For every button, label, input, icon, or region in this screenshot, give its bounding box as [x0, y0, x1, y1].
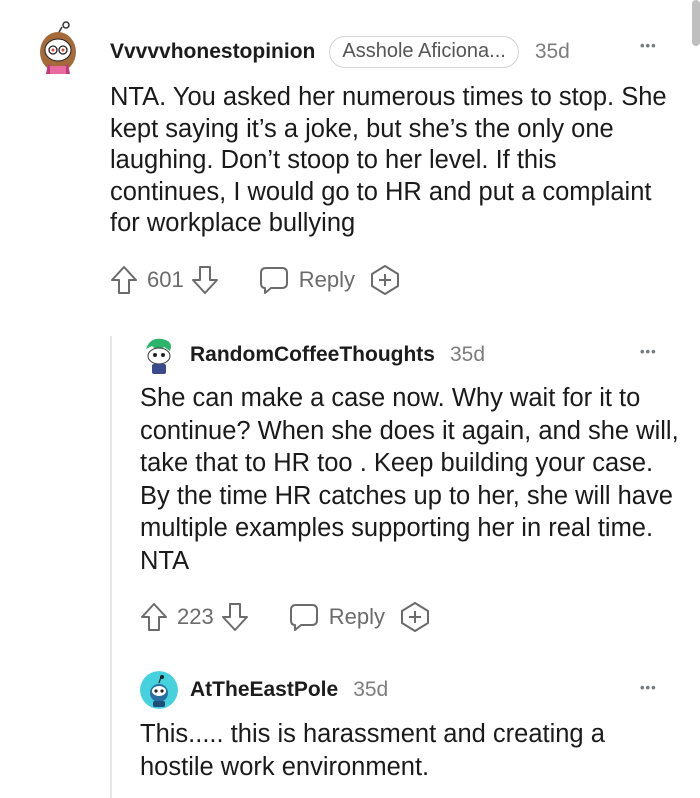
reply-label: Reply	[298, 267, 355, 292]
scrollbar[interactable]	[692, 0, 700, 46]
snoo-avatar-icon	[40, 21, 76, 74]
comment-age: 35d	[353, 678, 389, 701]
more-options-button[interactable]: •••	[640, 344, 657, 359]
comment-body: She can make a case now. Why wait for it…	[140, 384, 679, 575]
more-options-button[interactable]: •••	[640, 38, 657, 53]
comment-actions: 601 Reply	[109, 262, 401, 298]
speech-bubble-icon	[259, 267, 288, 294]
more-options-button[interactable]: •••	[640, 680, 657, 695]
downvote-arrow-icon[interactable]	[220, 601, 250, 633]
comment-actions: 223 Reply	[139, 599, 431, 635]
comment-age: 35d	[534, 40, 570, 63]
snoo-avatar-icon	[140, 335, 178, 375]
speech-bubble-icon	[289, 604, 318, 631]
add-award-icon[interactable]	[369, 264, 401, 296]
comment-body: This..... this is harassment and creatin…	[140, 720, 605, 781]
upvote-arrow-icon[interactable]	[139, 601, 169, 633]
comment-header: AtTheEastPole 35d	[190, 675, 388, 705]
add-award-icon[interactable]	[399, 601, 431, 633]
comment-age: 35d	[449, 343, 486, 366]
user-avatar[interactable]	[140, 335, 178, 375]
ellipsis-icon: •••	[640, 680, 657, 695]
upvote-arrow-icon[interactable]	[109, 264, 139, 296]
vote-score: 223	[177, 604, 214, 629]
user-avatar[interactable]	[36, 20, 84, 78]
user-avatar[interactable]	[140, 671, 178, 709]
username[interactable]: Vvvvvhonestopinion	[110, 40, 315, 64]
thread-line[interactable]	[110, 336, 112, 798]
reply-button[interactable]: Reply	[288, 602, 385, 632]
ellipsis-icon: •••	[640, 38, 657, 53]
reply-label: Reply	[328, 604, 385, 629]
username[interactable]: RandomCoffeeThoughts	[190, 343, 435, 367]
comment-header: RandomCoffeeThoughts 35d	[190, 340, 485, 370]
vote-score: 601	[147, 267, 184, 292]
reply-button[interactable]: Reply	[258, 265, 355, 295]
ellipsis-icon: •••	[640, 344, 657, 359]
comment-body: NTA. You asked her numerous times to sto…	[110, 83, 667, 237]
snoo-avatar-icon	[140, 671, 178, 709]
user-flair: Asshole Aficiona...	[329, 36, 519, 68]
downvote-arrow-icon[interactable]	[190, 264, 220, 296]
username[interactable]: AtTheEastPole	[190, 678, 338, 702]
comment-header: Vvvvvhonestopinion Asshole Aficiona... 3…	[110, 36, 570, 68]
